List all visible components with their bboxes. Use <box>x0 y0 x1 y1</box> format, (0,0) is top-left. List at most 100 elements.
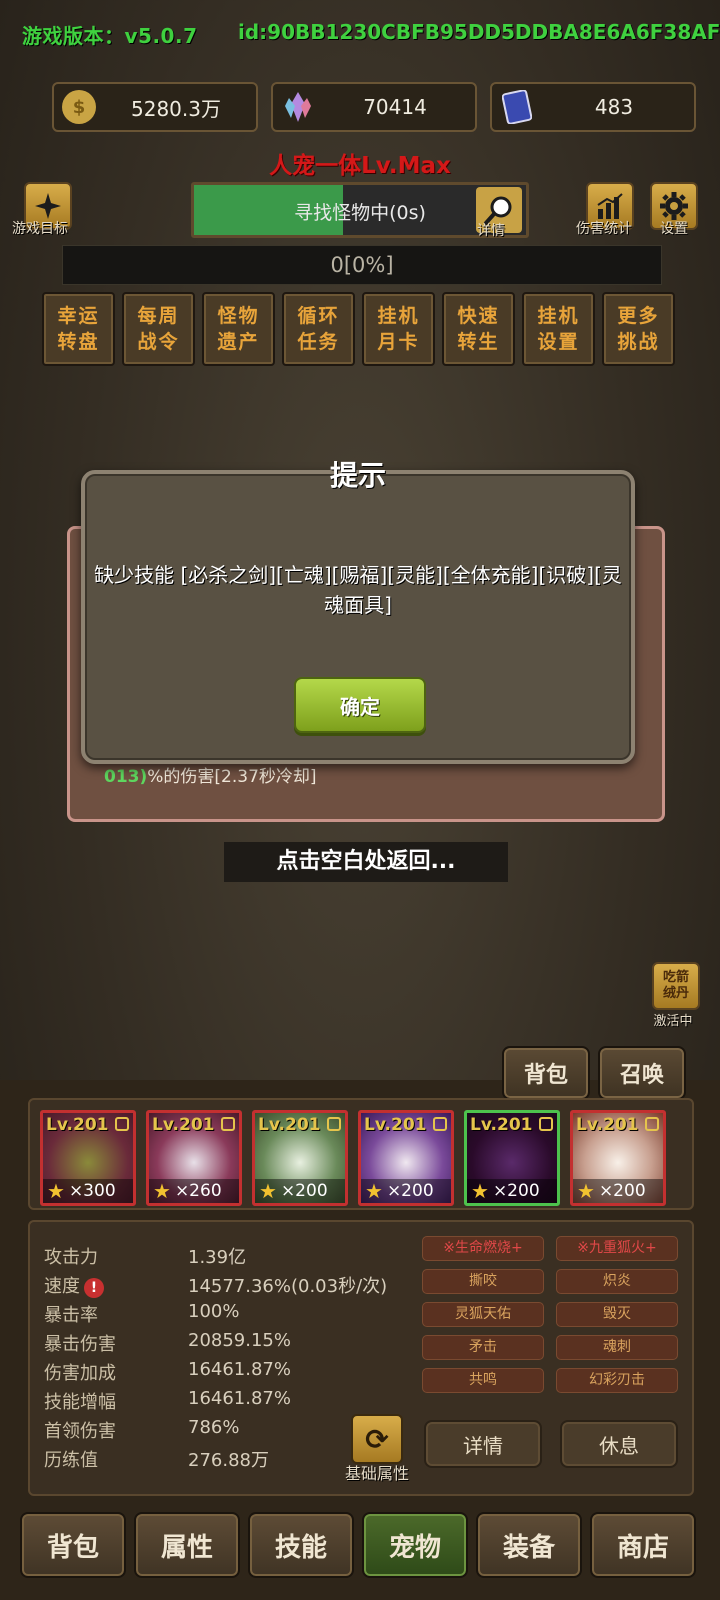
crystal-icon <box>281 90 315 124</box>
pet-slot[interactable]: Lv.201 ★ ×200 <box>358 1110 454 1206</box>
skill-chip[interactable]: 魂刺 <box>556 1335 678 1360</box>
pet-count: ★ ×200 <box>467 1179 557 1203</box>
cycle-task-button[interactable]: 循环任务 <box>282 292 355 366</box>
activation-badge[interactable]: 吃箭 绒丹 激活中 <box>652 962 700 1029</box>
skill-chip[interactable]: 炽炎 <box>556 1269 678 1294</box>
pet-count-value: ×200 <box>492 1181 540 1201</box>
pet-count-value: ×300 <box>68 1181 116 1201</box>
stat-crit-rate: 暴击率 100% <box>44 1301 239 1330</box>
skill-info-highlight: 013) <box>104 767 148 787</box>
experience-bar: 0[0%] <box>62 245 662 285</box>
game-goal-label: 游戏目标 <box>12 221 68 237</box>
idle-monthly-card-button[interactable]: 挂机月卡 <box>362 292 435 366</box>
card-resource: 483 <box>490 82 696 132</box>
stat-crit-damage: 暴击伤害 20859.15% <box>44 1330 291 1359</box>
lucky-wheel-button[interactable]: 幸运转盘 <box>42 292 115 366</box>
settings-label: 设置 <box>660 221 688 237</box>
skill-chip[interactable]: 共鸣 <box>422 1368 544 1393</box>
pet-level: Lv.201 <box>258 1115 321 1135</box>
pet-count: ★ ×260 <box>149 1179 239 1203</box>
nav-equipment[interactable]: 装备 <box>476 1512 582 1578</box>
monster-legacy-button[interactable]: 怪物遗产 <box>202 292 275 366</box>
nav-attributes[interactable]: 属性 <box>134 1512 240 1578</box>
refresh-icon: ⟳ <box>351 1414 403 1464</box>
detail-button[interactable]: 详情 <box>424 1420 542 1468</box>
pet-count-value: ×260 <box>174 1181 222 1201</box>
pet-count: ★ ×200 <box>361 1179 451 1203</box>
base-attributes-label: 基础属性 <box>345 1464 410 1483</box>
base-attributes-button[interactable]: ⟳ 基础属性 <box>345 1414 409 1484</box>
pet-level: Lv.201 <box>152 1115 215 1135</box>
pet-slot[interactable]: Lv.201 ★ ×200 <box>570 1110 666 1206</box>
stat-value: 276.88万 <box>188 1450 269 1471</box>
pet-slot-selected[interactable]: Lv.201 ★ ×200 <box>464 1110 560 1206</box>
nav-bag[interactable]: 背包 <box>20 1512 126 1578</box>
star-icon: ★ <box>577 1179 595 1203</box>
stat-value: 1.39亿 <box>188 1247 247 1268</box>
star-icon: ★ <box>47 1179 65 1203</box>
stat-value: 20859.15% <box>188 1330 291 1351</box>
skill-chip[interactable]: 撕咬 <box>422 1269 544 1294</box>
card-value: 483 <box>594 95 634 119</box>
warning-icon[interactable]: ! <box>84 1278 104 1298</box>
nav-shop[interactable]: 商店 <box>590 1512 696 1578</box>
confirm-button[interactable]: 确定 <box>294 677 426 733</box>
player-id: id:90BB1230CBFB95DD5DDBA8E6A6F38AF2 <box>238 20 720 44</box>
stat-damage-bonus: 伤害加成 16461.87% <box>44 1359 291 1388</box>
lock-icon <box>221 1117 235 1131</box>
skill-chip[interactable]: 毁灭 <box>556 1302 678 1327</box>
more-challenges-button[interactable]: 更多挑战 <box>602 292 675 366</box>
bag-tab[interactable]: 背包 <box>502 1046 590 1100</box>
stat-label: 历练值 <box>44 1450 98 1471</box>
stat-skill-amp: 技能增幅 16461.87% <box>44 1388 291 1417</box>
skill-chip[interactable]: 矛击 <box>422 1335 544 1360</box>
stat-value: 16461.87% <box>188 1388 291 1409</box>
dialog-message: 缺少技能 [必杀之剑][亡魂][赐福][灵能][全体充能][识破][灵魂面具] <box>94 563 622 617</box>
stat-experience: 历练值 276.88万 <box>44 1446 269 1475</box>
dialog-title: 提示 <box>329 459 386 492</box>
quick-rebirth-button[interactable]: 快速转生 <box>442 292 515 366</box>
nav-skills[interactable]: 技能 <box>248 1512 354 1578</box>
skill-chip[interactable]: ※九重狐火+ <box>556 1236 678 1261</box>
tap-to-return-hint[interactable]: 点击空白处返回... <box>224 842 508 882</box>
stat-speed: 速度! 14577.36%(0.03秒/次) <box>44 1272 387 1301</box>
skill-chip[interactable]: 灵狐天佑 <box>422 1302 544 1327</box>
lock-icon <box>645 1117 659 1131</box>
skill-chip[interactable]: ※生命燃烧+ <box>422 1236 544 1261</box>
star-icon: ★ <box>153 1179 171 1203</box>
star-icon: ★ <box>471 1179 489 1203</box>
stat-label: 攻击力 <box>44 1247 98 1268</box>
idle-settings-button[interactable]: 挂机设置 <box>522 292 595 366</box>
pet-slot[interactable]: Lv.201 ★ ×300 <box>40 1110 136 1206</box>
star-icon: ★ <box>365 1179 383 1203</box>
pet-count: ★ ×200 <box>573 1179 663 1203</box>
stat-label: 暴击率 <box>44 1305 98 1326</box>
lock-icon <box>539 1117 553 1131</box>
stat-label: 技能增幅 <box>44 1392 116 1413</box>
stat-attack: 攻击力 1.39亿 <box>44 1243 246 1272</box>
level-title: 人宠一体Lv.Max <box>269 153 451 179</box>
weekly-pass-button[interactable]: 每周战令 <box>122 292 195 366</box>
nav-pets[interactable]: 宠物 <box>362 1512 468 1578</box>
star-icon: ★ <box>259 1179 277 1203</box>
pet-count: ★ ×300 <box>43 1179 133 1203</box>
pet-slot[interactable]: Lv.201 ★ ×260 <box>146 1110 242 1206</box>
stat-label-wrap: 速度! <box>44 1272 188 1301</box>
gold-resource: $ 5280.3万 <box>52 82 258 132</box>
game-version: 游戏版本：v5.0.7 <box>22 24 198 48</box>
crystal-resource: 70414 <box>271 82 477 132</box>
activation-line2: 绒丹 <box>662 986 689 1001</box>
gold-value: 5280.3万 <box>131 96 221 121</box>
activation-line1: 吃箭 <box>662 970 689 985</box>
damage-stats-label: 伤害统计 <box>576 221 632 237</box>
rest-button[interactable]: 休息 <box>560 1420 678 1468</box>
pet-slot[interactable]: Lv.201 ★ ×200 <box>252 1110 348 1206</box>
activation-icon: 吃箭 绒丹 <box>652 962 700 1010</box>
pet-count-value: ×200 <box>280 1181 328 1201</box>
pet-count-value: ×200 <box>598 1181 646 1201</box>
stat-value: 14577.36%(0.03秒/次) <box>188 1276 388 1297</box>
skill-chip[interactable]: 幻彩刃击 <box>556 1368 678 1393</box>
pet-level: Lv.201 <box>576 1115 639 1135</box>
stat-value: 786% <box>188 1417 240 1438</box>
summon-tab[interactable]: 召唤 <box>598 1046 686 1100</box>
